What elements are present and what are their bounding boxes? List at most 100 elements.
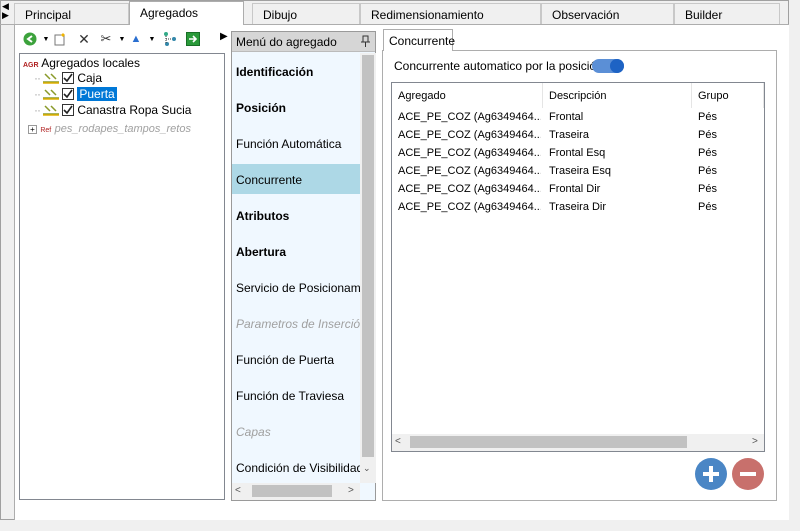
toggle-knob[interactable] (610, 59, 624, 73)
table-cell: Frontal (549, 111, 584, 123)
table-row[interactable]: ACE_PE_COZ (Ag6349464... Traseira Pés (392, 126, 764, 144)
grid-scroll-right-icon[interactable]: > (752, 436, 758, 447)
tab-1[interactable]: Agregados (129, 1, 244, 25)
column-header[interactable]: Descripción (543, 83, 692, 108)
menu-item[interactable]: Posición (232, 92, 360, 122)
scroll-right-icon[interactable]: > (348, 485, 354, 496)
table-cell: ACE_PE_COZ (Ag6349464... (398, 183, 541, 195)
tab-3[interactable]: Redimensionamiento (360, 3, 541, 24)
menu-item[interactable]: Condición de Visibilidad (232, 452, 360, 482)
menu-hscroll-thumb[interactable] (252, 485, 332, 497)
cut-icon[interactable]: ✂ (98, 31, 114, 47)
add-button[interactable] (695, 458, 727, 490)
remove-button[interactable] (732, 458, 764, 490)
menu-item[interactable]: Identificación (232, 56, 360, 86)
menu-item[interactable]: Atributos (232, 200, 360, 230)
menu-item[interactable]: Concurrente (232, 164, 360, 194)
menu-title: Menú do agregado (236, 35, 337, 49)
tree-child-label: Puerta (77, 87, 117, 101)
grid-horizontal-scrollbar[interactable]: < > (392, 434, 764, 451)
table-row[interactable]: ACE_PE_COZ (Ag6349464... Frontal Dir Pés (392, 180, 764, 198)
tree-child[interactable]: ·· Canastra Ropa Sucia (34, 103, 191, 119)
column-header[interactable]: Agregado (392, 83, 543, 108)
tree-child[interactable]: ·· Puerta (34, 87, 117, 103)
menu-scroll-thumb[interactable] (362, 55, 374, 457)
table-cell: Traseira Dir (549, 201, 607, 213)
table-cell: Pés (698, 183, 717, 195)
table-cell: ACE_PE_COZ (Ag6349464... (398, 147, 541, 159)
move-up-icon[interactable]: ▲ (128, 31, 144, 47)
table-cell: Frontal Esq (549, 147, 606, 159)
tab-0[interactable]: Principal (14, 3, 129, 24)
move-dropdown-icon[interactable]: ▼ (144, 31, 160, 47)
agr-tag-icon: AGR (23, 62, 39, 69)
tree-root[interactable]: AGR Agregados locales (23, 56, 140, 70)
pin-icon[interactable] (361, 35, 371, 50)
export-icon[interactable] (185, 31, 201, 47)
table-row[interactable]: ACE_PE_COZ (Ag6349464... Frontal Pés (392, 108, 764, 126)
tree-connector: ·· (34, 71, 41, 85)
table-cell: Traseira (549, 129, 589, 141)
menu-item[interactable]: Abertura (232, 236, 360, 266)
delete-icon[interactable]: ✕ (76, 31, 92, 47)
expand-plus-icon[interactable]: + (28, 125, 37, 134)
table-cell: Pés (698, 201, 717, 213)
table-cell: Frontal Dir (549, 183, 601, 195)
table-row[interactable]: ACE_PE_COZ (Ag6349464... Frontal Esq Pés (392, 144, 764, 162)
table-cell: ACE_PE_COZ (Ag6349464... (398, 129, 541, 141)
back-icon[interactable] (22, 31, 38, 47)
aggregates-tree[interactable]: AGR Agregados locales ·· Caja ·· Puerta ··… (19, 53, 225, 500)
ref-tag-icon: Ref (40, 127, 52, 134)
menu-item[interactable]: Parametros de Inserción (232, 308, 360, 338)
table-row[interactable]: ACE_PE_COZ (Ag6349464... Traseira Esq Pés (392, 162, 764, 180)
aggregate-icon (42, 88, 60, 103)
menu-item[interactable]: Capas (232, 416, 360, 446)
table-cell: Pés (698, 111, 717, 123)
tree-child[interactable]: ·· Caja (34, 71, 102, 87)
table-cell: ACE_PE_COZ (Ag6349464... (398, 201, 541, 213)
tree-child-label: Canastra Ropa Sucia (77, 103, 192, 117)
tree-connector: ·· (34, 87, 41, 101)
column-header[interactable]: Grupo (692, 83, 764, 108)
tree-connector: ·· (34, 103, 41, 117)
menu-horizontal-scrollbar[interactable]: < > (232, 483, 360, 500)
menu-item[interactable]: Función de Puerta (232, 344, 360, 374)
table-cell: Traseira Esq (549, 165, 611, 177)
tab-2[interactable]: Dibujo (252, 3, 360, 24)
tree-root-label: Agregados locales (41, 56, 140, 70)
table-cell: Pés (698, 165, 717, 177)
table-cell: ACE_PE_COZ (Ag6349464... (398, 111, 541, 123)
menu-vertical-scrollbar[interactable]: ⌄ (360, 53, 376, 483)
hierarchy-icon[interactable] (162, 31, 178, 47)
grid-scroll-left-icon[interactable]: < (395, 436, 401, 447)
tree-child-label: Caja (77, 71, 103, 85)
remove-icon (732, 458, 764, 490)
add-icon (695, 458, 727, 490)
splitter-arrow-icon[interactable]: ▶ (220, 31, 228, 42)
aggregate-icon (42, 72, 60, 87)
tab-concurrente[interactable]: Concurrente (383, 29, 455, 51)
expand-arrow-icon[interactable]: ▶ (2, 10, 9, 21)
scroll-left-icon[interactable]: < (235, 485, 241, 496)
tab-4[interactable]: Observación (541, 3, 674, 24)
aggregate-icon (42, 104, 60, 119)
table-cell: Pés (698, 147, 717, 159)
menu-header: Menú do agregado (232, 32, 375, 52)
scroll-down-icon[interactable]: ⌄ (363, 463, 371, 474)
new-icon[interactable] (52, 31, 68, 47)
ref-label: pes_rodapes_tampos_retos (54, 123, 191, 135)
concurrent-grid: Agregado Descripción Grupo ACE_PE_COZ (Ag6… (391, 82, 765, 452)
auto-concurrent-label: Concurrente automatico por la posición (394, 59, 603, 73)
tree-checkbox[interactable] (62, 88, 74, 100)
tree-ref-node[interactable]: + Ref pes_rodapes_tampos_retos (28, 121, 191, 135)
tab-5[interactable]: Builder (674, 3, 780, 24)
tree-checkbox[interactable] (62, 104, 74, 116)
grid-hscroll-thumb[interactable] (410, 436, 687, 448)
table-row[interactable]: ACE_PE_COZ (Ag6349464... Traseira Dir Pés (392, 198, 764, 216)
menu-item[interactable]: Servicio de Posicionamiento (232, 272, 360, 302)
menu-item[interactable]: Función Automática (232, 128, 360, 158)
menu-item[interactable]: Función de Traviesa (232, 380, 360, 410)
table-cell: ACE_PE_COZ (Ag6349464... (398, 165, 541, 177)
tree-checkbox[interactable] (62, 72, 74, 84)
aggregate-menu: Menú do agregado Identificación Posición F… (231, 31, 376, 501)
